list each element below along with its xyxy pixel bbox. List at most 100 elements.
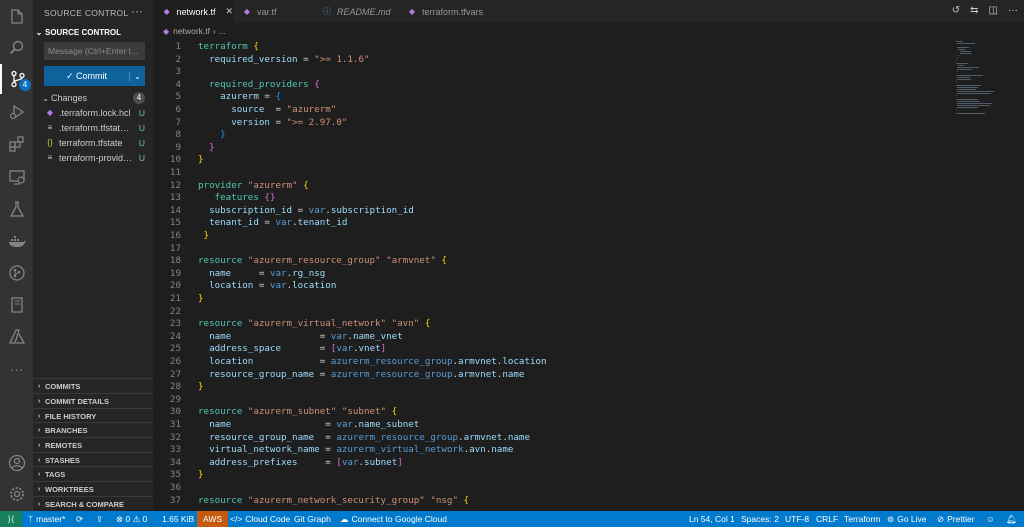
code-line[interactable]: 6 source = "azurerm" (153, 104, 953, 117)
sidebar-more-icon[interactable]: ··· (131, 4, 143, 18)
run-debug-icon[interactable] (0, 97, 33, 127)
code-line[interactable]: 17 (153, 243, 953, 256)
code-line[interactable]: 23 resource "azurerm_virtual_network" "av… (153, 318, 953, 331)
code-line[interactable]: 20 location = var.location (153, 280, 953, 293)
split-editor-icon[interactable]: ◫ (989, 5, 998, 16)
panel-tags[interactable]: › TAGS (33, 466, 153, 481)
code-line[interactable]: 2 required_version = ">= 1.1.6" (153, 54, 953, 67)
code-line[interactable]: 8 } (153, 129, 953, 142)
code-line[interactable]: 14 subscription_id = var.subscription_id (153, 205, 953, 218)
eol-status[interactable]: CRLF (816, 511, 838, 527)
commit-button[interactable]: ✓ Commit ⌄ (44, 66, 145, 86)
code-line[interactable]: 3 (153, 66, 953, 79)
code-line[interactable]: 1 terraform { (153, 41, 953, 54)
ellipsis-icon[interactable]: ··· (0, 354, 33, 384)
breadcrumb[interactable]: ◆ network.tf › ... (153, 23, 1024, 39)
code-line[interactable]: 4 required_providers { (153, 79, 953, 92)
code-line[interactable]: 33 virtual_network_name = azurerm_virtua… (153, 444, 953, 457)
language-status[interactable]: Terraform (844, 511, 880, 527)
code-editor[interactable]: 1 terraform {2 required_version = ">= 1.1… (153, 39, 953, 511)
sync-icon[interactable]: ⟳ (76, 511, 83, 527)
search-icon[interactable] (0, 33, 33, 63)
cursor-position-status[interactable]: Ln 54, Col 1 (689, 511, 735, 527)
code-line[interactable]: 9 } (153, 142, 953, 155)
change-file-item[interactable]: ≡ terraform-provide... U (33, 150, 153, 165)
change-file-item[interactable]: {} terraform.tfstate U (33, 135, 153, 150)
files-icon[interactable] (0, 2, 33, 32)
compare-icon[interactable]: ⇆ (970, 5, 978, 16)
publish-icon[interactable]: ⇪ (96, 511, 103, 527)
google-cloud-status[interactable]: ☁ Connect to Google Cloud (340, 511, 447, 527)
code-line[interactable]: 28} (153, 381, 953, 394)
code-line[interactable]: 34 address_prefixes = [var.subnet] (153, 457, 953, 470)
code-line[interactable]: 27 resource_group_name = azurerm_resourc… (153, 369, 953, 382)
tab-readme[interactable]: ⓘ README.md (313, 0, 398, 23)
code-line[interactable]: 25 address_space = [var.vnet] (153, 343, 953, 356)
docker-icon[interactable] (0, 227, 33, 257)
indentation-status[interactable]: Spaces: 2 (741, 511, 779, 527)
go-live-status[interactable]: ⊚ Go Live (887, 511, 926, 527)
tab-terraform-tfvars[interactable]: ◆ terraform.tfvars (398, 0, 493, 23)
tab-network-tf[interactable]: ◆ network.tf ✕ (153, 0, 233, 23)
code-line[interactable]: 36 (153, 482, 953, 495)
cloud-code-status[interactable]: </> Cloud Code (230, 511, 290, 527)
changes-group[interactable]: ⌄ Changes 4 (33, 90, 153, 106)
code-line[interactable]: 22 (153, 306, 953, 319)
remote-explorer-icon[interactable] (0, 162, 33, 192)
panel-remotes[interactable]: › REMOTES (33, 437, 153, 452)
notifications-icon[interactable]: 🔔︎ (1006, 511, 1017, 527)
change-file-item[interactable]: ◆ .terraform.lock.hcl U (33, 105, 153, 120)
panel-commits[interactable]: › COMMITS (33, 378, 153, 393)
more-actions-icon[interactable]: ··· (1008, 5, 1018, 16)
problems-status[interactable]: ⊗ 0 ⚠ 0 (116, 511, 147, 527)
extensions-icon[interactable] (0, 129, 33, 159)
code-line[interactable]: 10} (153, 154, 953, 167)
panel-search-compare[interactable]: › SEARCH & COMPARE (33, 496, 153, 511)
code-line[interactable]: 24 name = var.name_vnet (153, 331, 953, 344)
code-line[interactable]: 13 features {} (153, 192, 953, 205)
code-line[interactable]: 31 name = var.name_subnet (153, 419, 953, 432)
azure-icon[interactable] (0, 322, 33, 352)
code-line[interactable]: 11 (153, 167, 953, 180)
panel-commit-details[interactable]: › COMMIT DETAILS (33, 393, 153, 408)
aws-status[interactable]: AWS (197, 511, 229, 527)
code-line[interactable]: 16 } (153, 230, 953, 243)
panel-branches[interactable]: › BRANCHES (33, 422, 153, 437)
panel-worktrees[interactable]: › WORKTREES (33, 481, 153, 496)
commit-message-input[interactable]: Message (Ctrl+Enter t... (44, 42, 145, 60)
code-line[interactable]: 35} (153, 469, 953, 482)
notebook-icon[interactable] (0, 290, 33, 320)
code-line[interactable]: 18 resource "azurerm_resource_group" "arm… (153, 255, 953, 268)
code-line[interactable]: 21} (153, 293, 953, 306)
code-line[interactable]: 7 version = ">= 2.97.0" (153, 117, 953, 130)
remote-indicator-icon[interactable]: ⟩⟨ (0, 511, 22, 527)
gear-icon[interactable] (0, 479, 33, 509)
close-icon[interactable]: ✕ (225, 6, 233, 17)
timeline-icon[interactable]: ↺ (952, 5, 960, 16)
commit-dropdown-icon[interactable]: ⌄ (129, 71, 145, 81)
code-line[interactable]: 26 location = azurerm_resource_group.arm… (153, 356, 953, 369)
code-line[interactable]: 37 resource "azurerm_network_security_gro… (153, 495, 953, 508)
account-icon[interactable] (0, 448, 33, 478)
code-line[interactable]: 30 resource "azurerm_subnet" "subnet" { (153, 406, 953, 419)
feedback-icon[interactable]: ☺ (986, 511, 995, 527)
tab-var-tf[interactable]: ◆ var.tf (233, 0, 313, 23)
branch-status[interactable]: ᛘ master* (28, 511, 65, 527)
source-control-icon[interactable]: 4 (0, 64, 33, 94)
flask-icon[interactable] (0, 194, 33, 224)
code-line[interactable]: 19 name = var.rg_nsg (153, 268, 953, 281)
panel-file-history[interactable]: › FILE HISTORY (33, 408, 153, 423)
code-line[interactable]: 5 azurerm = { (153, 91, 953, 104)
panel-stashes[interactable]: › STASHES (33, 452, 153, 467)
prettier-status[interactable]: ⊘ Prettier (937, 511, 975, 527)
code-line[interactable]: 15 tenant_id = var.tenant_id (153, 217, 953, 230)
git-graph-status[interactable]: Git Graph (294, 511, 331, 527)
git-graph-icon[interactable] (0, 258, 33, 288)
code-line[interactable]: 32 resource_group_name = azurerm_resourc… (153, 432, 953, 445)
code-line[interactable]: 29 (153, 394, 953, 407)
minimap[interactable] (953, 39, 1024, 511)
code-line[interactable]: 12 provider "azurerm" { (153, 180, 953, 193)
source-control-section-header[interactable]: ⌄ SOURCE CONTROL (33, 24, 153, 40)
encoding-status[interactable]: UTF-8 (785, 511, 809, 527)
change-file-item[interactable]: ≡ .terraform.tfstate.l... U (33, 120, 153, 135)
